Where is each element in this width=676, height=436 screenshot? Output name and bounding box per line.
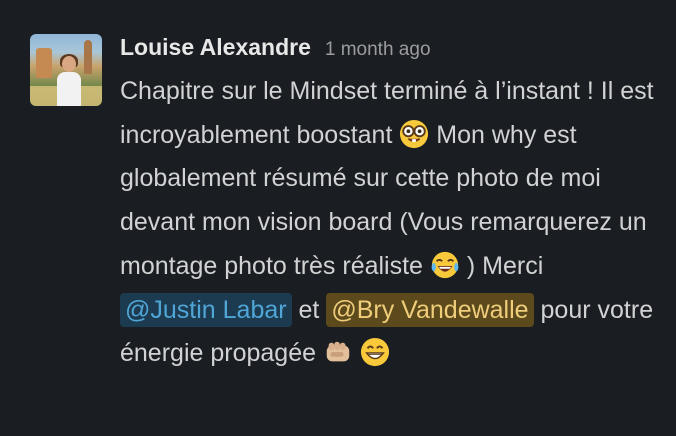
- fist-bump-emoji: [326, 341, 350, 362]
- message-body: Chapitre sur le Mindset terminé à l’inst…: [120, 70, 660, 376]
- avatar[interactable]: [30, 34, 102, 106]
- message-content: Louise Alexandre 1 month ago Chapitre su…: [120, 34, 660, 376]
- grinning-face-emoji: [360, 338, 389, 367]
- avatar-photo-person-body: [57, 72, 81, 106]
- author-name[interactable]: Louise Alexandre: [120, 34, 311, 61]
- mention-bry-vandewalle[interactable]: @Bry Vandewalle: [326, 292, 534, 327]
- message-item: Louise Alexandre 1 month ago Chapitre su…: [30, 34, 670, 376]
- connector-text: et: [298, 295, 320, 324]
- avatar-photo-building: [36, 48, 52, 78]
- timestamp[interactable]: 1 month ago: [325, 39, 431, 61]
- nerd-face-emoji: [400, 119, 429, 148]
- avatar-photo-person-head: [62, 56, 76, 72]
- laughing-tears-emoji: [431, 251, 459, 278]
- avatar-photo-tower: [84, 40, 92, 74]
- message-text-3: ) Merci: [466, 251, 544, 280]
- mention-justin-labar[interactable]: @Justin Labar: [120, 292, 292, 327]
- message-header: Louise Alexandre 1 month ago: [120, 34, 660, 70]
